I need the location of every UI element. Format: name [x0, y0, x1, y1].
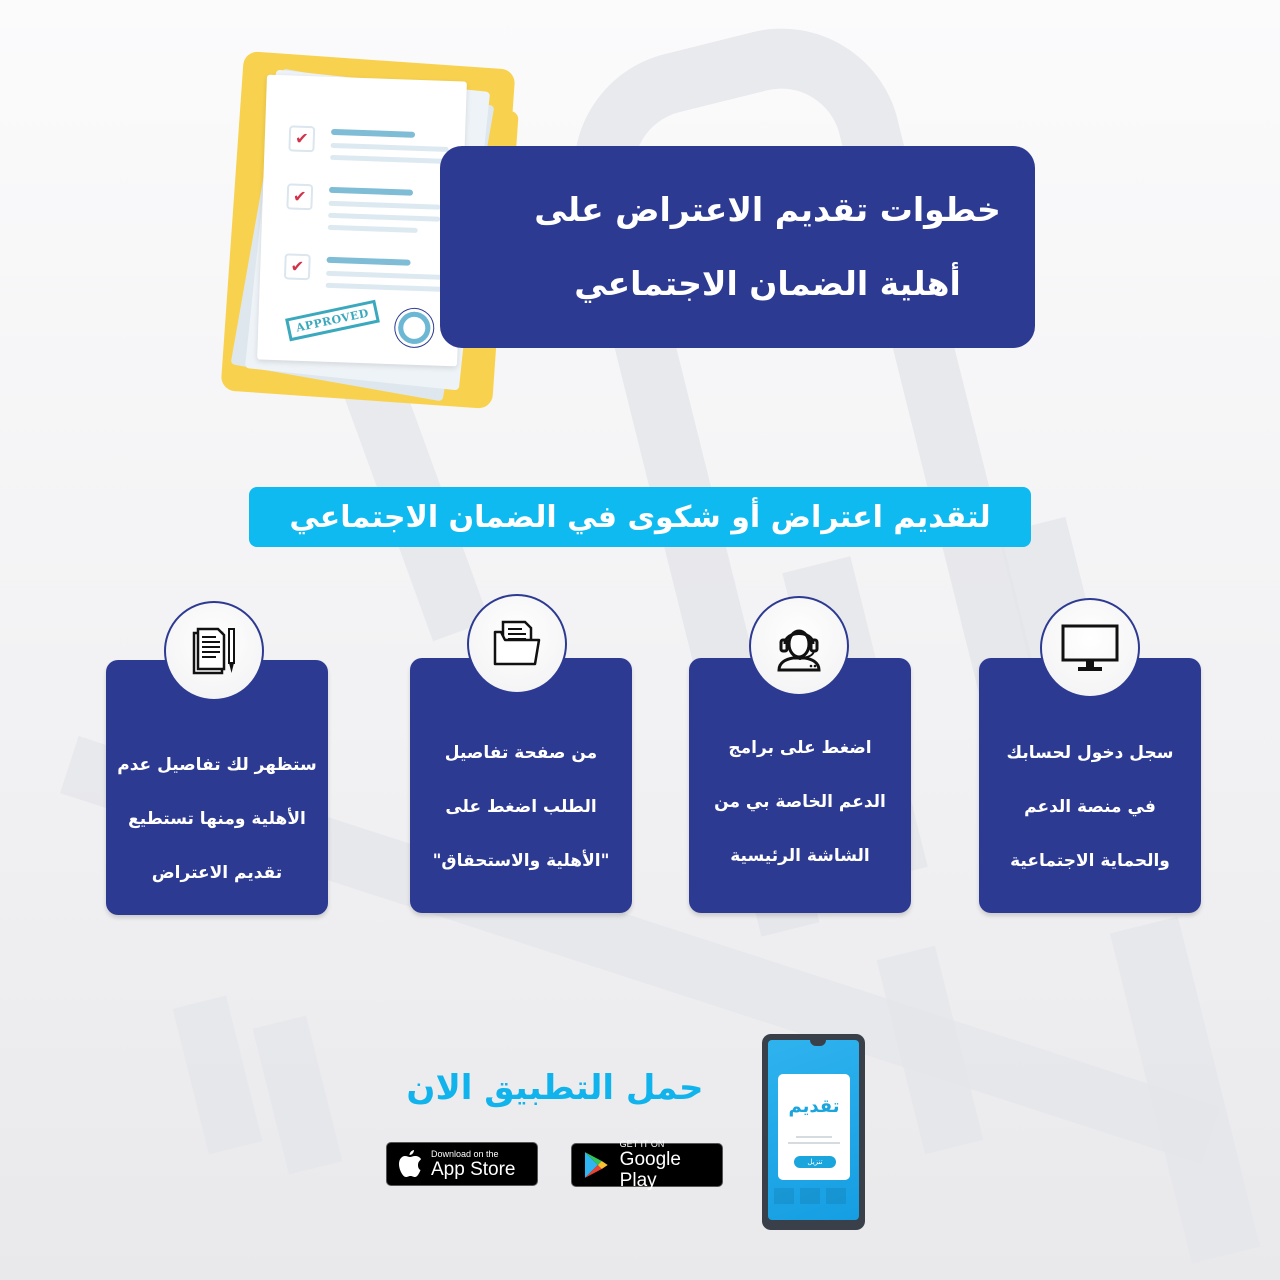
- step-text: من صفحة تفاصيل الطلب اضغط على "الأهلية و…: [410, 726, 632, 888]
- step-icon-circle: [749, 596, 849, 696]
- approved-document: ✔ ✔ ✔ APPROVED: [257, 74, 467, 367]
- step-text: ستظهر لك تفاصيل عدم الأهلية ومنها تستطيع…: [106, 738, 328, 900]
- text-line: [328, 186, 414, 196]
- watermark-shape: [172, 995, 263, 1155]
- download-app-title: حمل التطبيق الان: [406, 1068, 704, 1108]
- computer-monitor-icon: [1061, 624, 1119, 671]
- checkbox-checked-icon: ✔: [288, 125, 316, 153]
- step-line: "الأهلية والاستحقاق": [432, 851, 610, 871]
- step-icon-circle: [164, 601, 264, 701]
- title-line: خطوات تقديم الاعتراض على: [534, 190, 1001, 229]
- apple-icon: [399, 1150, 421, 1177]
- phone-mockup: تقديم تنزيل: [762, 1034, 865, 1230]
- install-button: تنزيل: [794, 1156, 836, 1168]
- step-line: من صفحة تفاصيل: [444, 743, 598, 763]
- google-play-big-text: Google Play: [619, 1149, 681, 1191]
- step-line: في منصة الدعم: [1024, 797, 1156, 817]
- text-line: [326, 270, 445, 280]
- page-title: خطوات تقديم الاعتراض على أهلية الضمان ال…: [440, 146, 1035, 348]
- text-placeholder: [788, 1142, 840, 1144]
- folder-document-icon: [493, 620, 541, 666]
- step-line: تقديم الاعتراض: [151, 863, 283, 883]
- app-tile: [826, 1188, 846, 1204]
- step-icon-circle: [1040, 598, 1140, 698]
- text-line: [327, 224, 418, 233]
- step-line: سجل دخول لحسابك: [1006, 743, 1174, 763]
- phone-screen: تقديم تنزيل: [768, 1040, 859, 1220]
- step-line: والحماية الاجتماعية: [1010, 851, 1170, 871]
- phone-notch: [810, 1040, 826, 1046]
- checkbox-checked-icon: ✔: [286, 183, 314, 211]
- step-text: اضغط على برامج الدعم الخاصة بي من الشاشة…: [689, 721, 911, 883]
- document-pen-icon: [192, 627, 235, 675]
- title-line: أهلية الضمان الاجتماعي: [574, 264, 961, 303]
- step-line: الأهلية ومنها تستطيع: [128, 809, 306, 829]
- seal-icon: [397, 311, 431, 345]
- section-banner: لتقديم اعتراض أو شكوى في الضمان الاجتماع…: [249, 487, 1031, 547]
- google-play-button[interactable]: GET IT ON Google Play: [571, 1139, 723, 1191]
- banner-text: لتقديم اعتراض أو شكوى في الضمان الاجتماع…: [289, 499, 991, 535]
- google-play-icon: [584, 1152, 608, 1178]
- app-card: تقديم تنزيل: [778, 1074, 850, 1180]
- app-logo: تقديم: [788, 1096, 840, 1117]
- google-play-small-text: GET IT ON: [619, 1139, 665, 1149]
- text-line: [325, 282, 444, 292]
- step-line: اضغط على برامج: [728, 738, 872, 758]
- step-card-3: من صفحة تفاصيل الطلب اضغط على "الأهلية و…: [410, 658, 632, 913]
- watermark-shape: [252, 1015, 343, 1175]
- checkbox-checked-icon: ✔: [283, 253, 311, 281]
- app-store-big-text: App Store: [431, 1158, 516, 1180]
- step-line: ستظهر لك تفاصيل عدم: [117, 755, 317, 775]
- step-text: سجل دخول لحسابك في منصة الدعم والحماية ا…: [979, 726, 1201, 888]
- step-card-2: اضغط على برامج الدعم الخاصة بي من الشاشة…: [689, 658, 911, 913]
- app-store-button[interactable]: Download on the App Store: [386, 1142, 538, 1186]
- text-line: [330, 128, 416, 138]
- approved-stamp: APPROVED: [285, 299, 380, 342]
- app-tile: [774, 1188, 794, 1204]
- text-line: [330, 142, 449, 152]
- step-line: الطلب اضغط على: [445, 797, 597, 817]
- text-line: [328, 212, 441, 222]
- app-tile: [800, 1188, 820, 1204]
- app-store-small-text: Download on the: [431, 1148, 499, 1159]
- text-line: [330, 154, 449, 164]
- text-line: [328, 200, 441, 210]
- step-icon-circle: [467, 594, 567, 694]
- text-line: [326, 256, 411, 266]
- support-headset-icon: [777, 629, 821, 672]
- step-line: الشاشة الرئيسية: [730, 846, 870, 866]
- text-placeholder: [796, 1136, 832, 1138]
- step-line: الدعم الخاصة بي من: [714, 792, 886, 812]
